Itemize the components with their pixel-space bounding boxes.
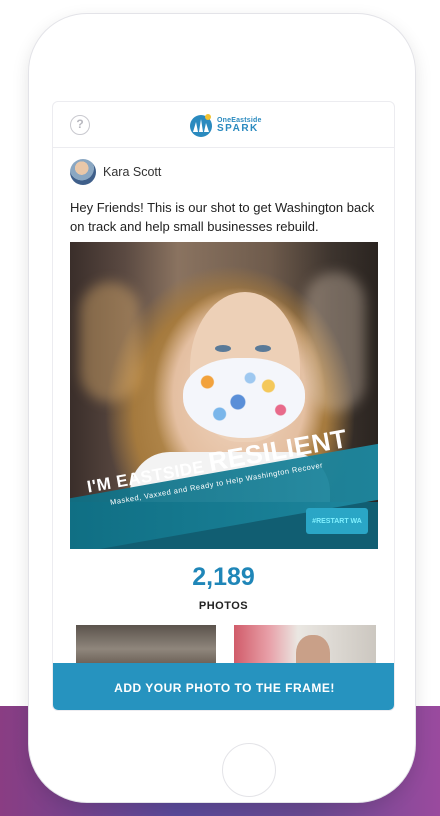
app-screen: ? OneEastside SPARK Kara Scott Hey Frien… — [52, 101, 395, 711]
photo-count: 2,189 — [192, 563, 255, 591]
photo-count-label: PHOTOS — [198, 600, 249, 612]
question-circle-icon[interactable]: ? — [70, 115, 90, 135]
gallery-thumbnail[interactable] — [234, 625, 376, 665]
author-name: Kara Scott — [103, 165, 162, 179]
post-message: Hey Friends! This is our shot to get Was… — [70, 200, 375, 234]
spark-logo-icon — [190, 114, 212, 137]
framed-photo: I'M EASTSIDE RESILIENT Masked, Vaxxed an… — [70, 242, 378, 549]
home-button — [222, 743, 276, 797]
logo: OneEastside SPARK — [188, 110, 262, 140]
logo-line-2: SPARK — [217, 122, 259, 134]
avatar — [70, 159, 96, 185]
post-author: Kara Scott — [70, 159, 161, 185]
add-photo-button[interactable]: ADD YOUR PHOTO TO THE FRAME! — [53, 663, 394, 710]
face-mask — [183, 358, 305, 438]
top-bar: ? OneEastside SPARK — [53, 102, 394, 148]
hashtag-badge: #RESTART WA — [306, 508, 368, 534]
gallery-thumbnail[interactable] — [76, 625, 216, 665]
